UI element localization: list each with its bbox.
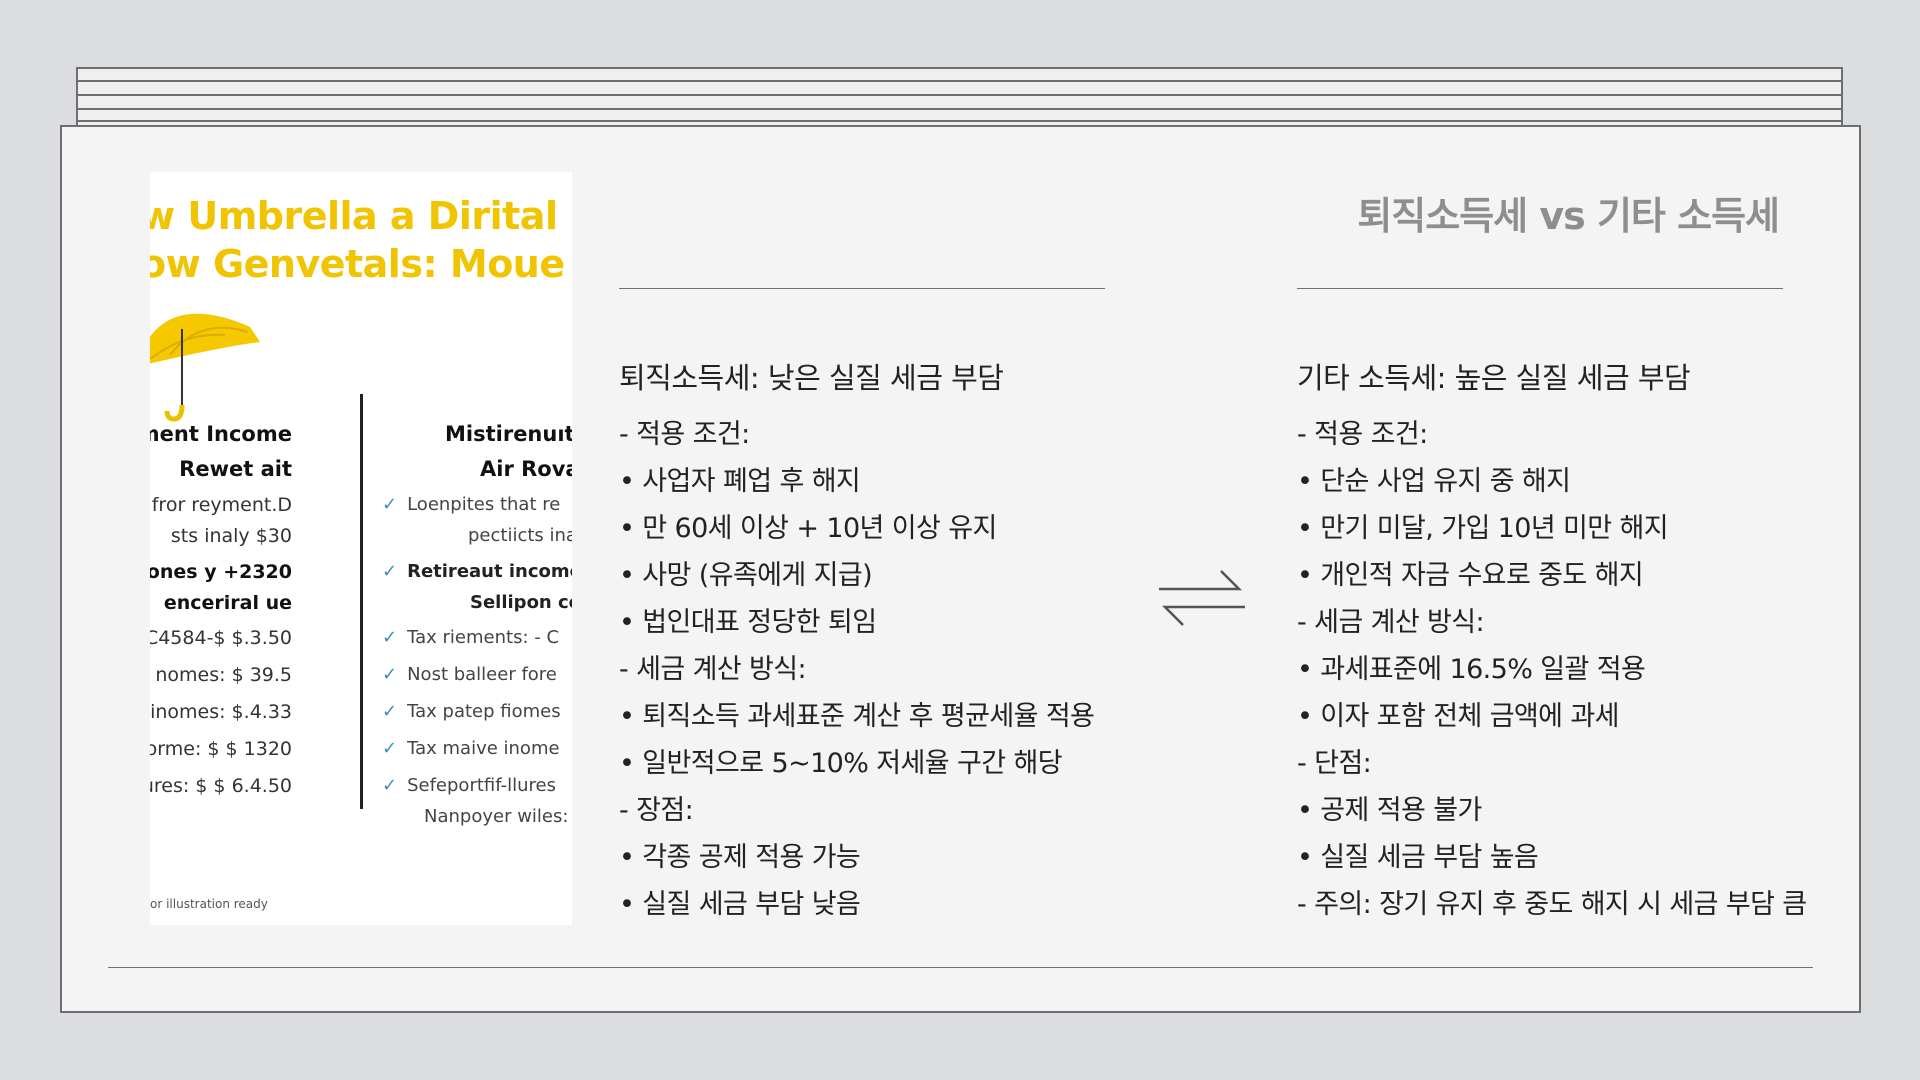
footer-rule xyxy=(108,967,1813,968)
right-column-line: • 만기 미달, 가입 10년 미만 해지 xyxy=(1297,513,1669,544)
check-icon: ✓ xyxy=(382,738,398,759)
illustration-left-item: sts inaly $30 xyxy=(170,525,292,547)
umbrella-icon xyxy=(150,313,260,422)
illustration-right-item: Mistirenuıt I xyxy=(445,422,572,446)
stack-edge xyxy=(76,120,1843,122)
illustration-left-item: C4584-$ $.3.50 xyxy=(150,627,292,649)
right-column-rule xyxy=(1297,288,1783,289)
illustration-right-item: pectiicts inal xyxy=(468,525,572,546)
left-column-rule xyxy=(619,288,1105,289)
stacked-slides-back xyxy=(76,67,1843,125)
illustration-left-item: nomes: $ 39.5 xyxy=(155,664,292,686)
check-icon: ✓ xyxy=(382,701,398,722)
illustration-left-item: ment Income xyxy=(150,422,292,446)
right-column-line: • 실질 세금 부담 높음 xyxy=(1297,842,1539,873)
left-column-line: • 일반적으로 5~10% 저세율 구간 해당 xyxy=(619,748,1063,779)
stack-edge xyxy=(76,108,1843,110)
left-column-line: • 만 60세 이상 + 10년 이상 유지 xyxy=(619,513,997,544)
illustration-left-item: ures: $ $ 6.4.50 xyxy=(150,775,292,797)
stack-edge xyxy=(76,94,1843,96)
illustration-right-item: Tax riements: - C xyxy=(407,627,560,648)
illustration-left-item: forme: $ $ 1320 xyxy=(150,738,292,760)
right-column-line: • 과세표준에 16.5% 일괄 적용 xyxy=(1297,654,1646,685)
left-column-line: - 적용 조건: xyxy=(619,419,750,450)
left-column-line: • 사업자 폐업 후 해지 xyxy=(619,466,861,497)
left-column-line: • 법인대표 정당한 퇴임 xyxy=(619,607,877,638)
left-column: 퇴직소득세: 낮은 실질 세금 부담 - 적용 조건: • 사업자 폐업 후 해… xyxy=(619,355,1139,928)
illustration-left-item: Rewet ait xyxy=(179,457,292,481)
right-column: 기타 소득세: 높은 실질 세금 부담 - 적용 조건: • 단순 사업 유지 … xyxy=(1297,355,1817,928)
illustration-right-item: Sefeportfif-llures xyxy=(407,775,556,796)
right-column-heading: 기타 소득세: 높은 실질 세금 부담 xyxy=(1297,361,1691,395)
left-column-line: • 사망 (유족에게 지급) xyxy=(619,560,873,591)
right-column-line: • 공제 적용 불가 xyxy=(1297,795,1482,826)
illustration-right-item: Nanpoyer wiles: - xyxy=(424,806,572,827)
illustration-footnote: or illustration ready xyxy=(150,897,268,911)
left-column-line: • 실질 세금 부담 낮음 xyxy=(619,889,861,920)
right-column-line: • 단순 사업 유지 중 해지 xyxy=(1297,466,1571,497)
illustration-right-item: Air Roval xyxy=(480,457,572,481)
left-column-line: - 장점: xyxy=(619,795,694,826)
slide: w Umbrella a Dirital no ow Genvetals: Mo… xyxy=(60,125,1861,1013)
illustration-headline-2: ow Genvetals: Moue la xyxy=(150,242,572,286)
left-column-line: • 각종 공제 적용 가능 xyxy=(619,842,861,873)
check-icon: ✓ xyxy=(382,561,398,582)
left-column-line: • 퇴직소득 과세표준 계산 후 평균세율 적용 xyxy=(619,701,1095,732)
illustration-right-item: Retireaut income xyxy=(407,561,572,582)
illustration-right-item: Tax maive inome xyxy=(407,738,560,759)
right-column-line: - 단점: xyxy=(1297,748,1372,779)
check-icon: ✓ xyxy=(382,627,398,648)
illustration-left-item: inomes: $.4.33 xyxy=(150,701,292,723)
right-column-line: • 개인적 자금 수요로 중도 해지 xyxy=(1297,560,1644,591)
illustration-right-item: Tax patep fiomes xyxy=(407,701,561,722)
illustration-divider xyxy=(360,394,363,809)
right-column-line: • 이자 포함 전체 금액에 과세 xyxy=(1297,701,1619,732)
right-column-line: - 적용 조건: xyxy=(1297,419,1428,450)
right-column-line: - 세금 계산 방식: xyxy=(1297,607,1485,638)
check-icon: ✓ xyxy=(382,494,398,515)
check-icon: ✓ xyxy=(382,664,398,685)
left-column-heading: 퇴직소득세: 낮은 실질 세금 부담 xyxy=(619,361,1004,395)
exchange-arrows-icon xyxy=(1159,570,1245,626)
check-icon: ✓ xyxy=(382,775,398,796)
slide-title: 퇴직소득세 vs 기타 소득세 xyxy=(1357,194,1780,238)
illustration-card: w Umbrella a Dirital no ow Genvetals: Mo… xyxy=(150,172,572,925)
illustration-left-item: t fror reyment.D xyxy=(150,494,292,516)
stack-edge xyxy=(76,80,1843,82)
right-column-line: - 주의: 장기 유지 후 중도 해지 시 세금 부담 큼 xyxy=(1297,889,1807,920)
illustration-right-item: Nost balleer fore xyxy=(407,664,557,685)
left-column-line: - 세금 계산 방식: xyxy=(619,654,807,685)
illustration-left-item: enceriral ue xyxy=(163,592,292,614)
illustration-left-item: ncones y +2320 xyxy=(150,561,292,583)
illustration-headline-1: w Umbrella a Dirital no xyxy=(150,194,572,238)
illustration-right-item: Sellipon cen xyxy=(470,592,572,613)
illustration-right-item: Loenpites that re xyxy=(407,494,561,515)
